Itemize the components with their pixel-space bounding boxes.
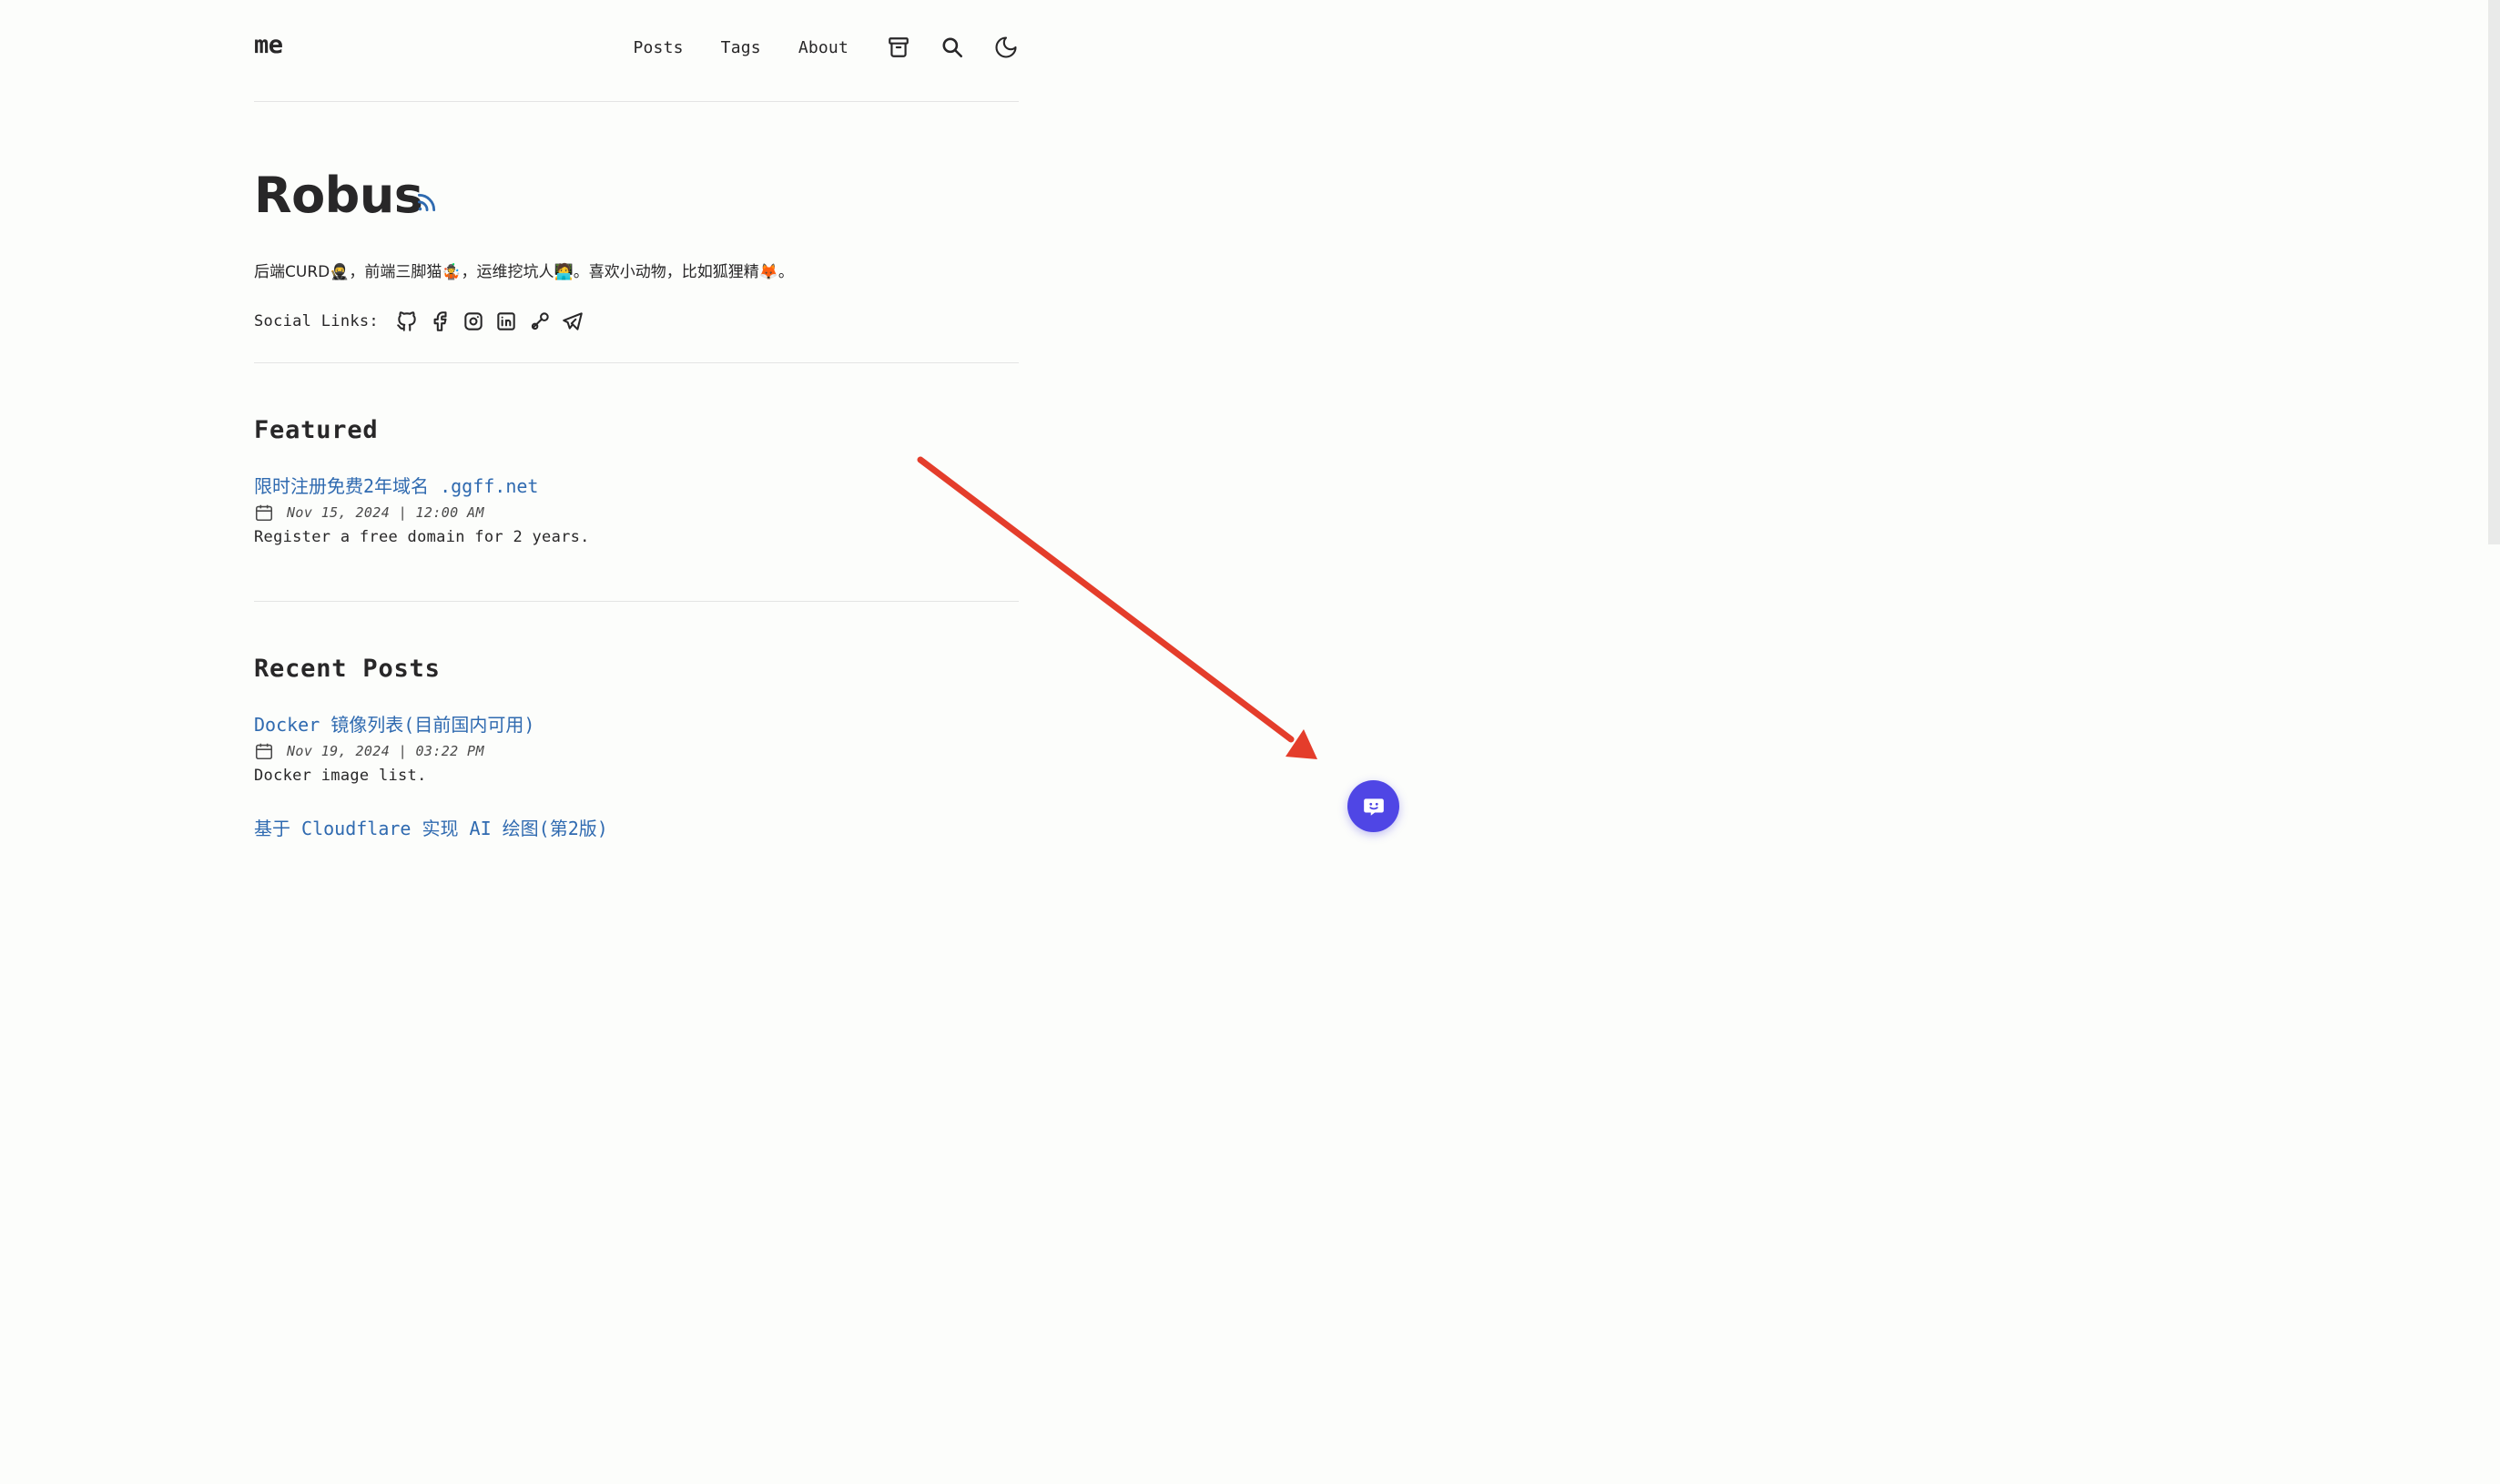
- social-links-label: Social Links:: [254, 312, 379, 330]
- instagram-icon[interactable]: [460, 308, 487, 335]
- post-date: Nov 15, 2024 | 12:00 AM: [287, 504, 484, 521]
- recent-post: Docker 镜像列表(目前国内可用) Nov 19, 2024 | 03:22…: [254, 712, 534, 788]
- nav-tags-link[interactable]: Tags: [721, 38, 761, 57]
- post-description: Register a free domain for 2 years.: [254, 528, 590, 546]
- calendar-icon: [255, 504, 273, 522]
- github-icon[interactable]: [393, 308, 421, 335]
- hero-intro: 后端CURD🥷，前端三脚猫🤹，运维挖坑人🧑‍💻。喜欢小动物，比如狐狸精🦊。: [254, 263, 794, 281]
- post-title-link[interactable]: 基于 Cloudflare 实现 AI 绘图(第2版): [254, 816, 608, 841]
- telegram-icon[interactable]: [559, 308, 586, 335]
- moon-icon[interactable]: [993, 35, 1019, 60]
- post-description: Docker image list.: [254, 767, 427, 785]
- facebook-icon[interactable]: [426, 308, 453, 335]
- scrollbar-thumb[interactable]: [2488, 0, 2500, 544]
- calendar-icon: [255, 743, 273, 760]
- site-header: me Posts Tags About: [254, 0, 1019, 102]
- steam-icon[interactable]: [526, 308, 554, 335]
- site-logo[interactable]: me: [254, 31, 283, 59]
- post-meta: Nov 19, 2024 | 03:22 PM: [254, 739, 534, 763]
- recent-post: 基于 Cloudflare 实现 AI 绘图(第2版): [254, 816, 608, 841]
- post-title-link[interactable]: 限时注册免费2年域名 .ggff.net: [254, 473, 590, 499]
- nav-posts-link[interactable]: Posts: [633, 38, 683, 57]
- linkedin-icon[interactable]: [493, 308, 520, 335]
- scrollbar[interactable]: [2488, 0, 2500, 848]
- social-links: Social Links:: [254, 308, 593, 335]
- post-date: Nov 19, 2024 | 03:22 PM: [287, 743, 484, 759]
- post-meta: Nov 15, 2024 | 12:00 AM: [254, 501, 590, 524]
- chat-widget-button[interactable]: [1347, 780, 1399, 832]
- hero-section: Robus 后端CURD🥷，前端三脚猫🤹，运维挖坑人🧑‍💻。喜欢小动物，比如狐狸…: [254, 102, 1019, 363]
- recent-posts-title: Recent Posts: [254, 655, 441, 683]
- featured-title: Featured: [254, 416, 379, 444]
- hero-title: Robus: [254, 167, 423, 224]
- rss-icon[interactable]: [414, 191, 438, 215]
- page-container: me Posts Tags About Robus 后端CURD🥷，前端三脚猫🤹…: [254, 0, 1019, 839]
- main-nav: Posts Tags About: [633, 31, 1019, 64]
- chat-icon: [1363, 798, 1384, 816]
- featured-section: Featured 限时注册免费2年域名 .ggff.net Nov 15, 20…: [254, 363, 1019, 602]
- nav-about-link[interactable]: About: [798, 38, 849, 57]
- archive-icon[interactable]: [886, 35, 911, 60]
- search-icon[interactable]: [940, 35, 965, 60]
- featured-post: 限时注册免费2年域名 .ggff.net Nov 15, 2024 | 12:0…: [254, 473, 590, 549]
- post-title-link[interactable]: Docker 镜像列表(目前国内可用): [254, 712, 534, 737]
